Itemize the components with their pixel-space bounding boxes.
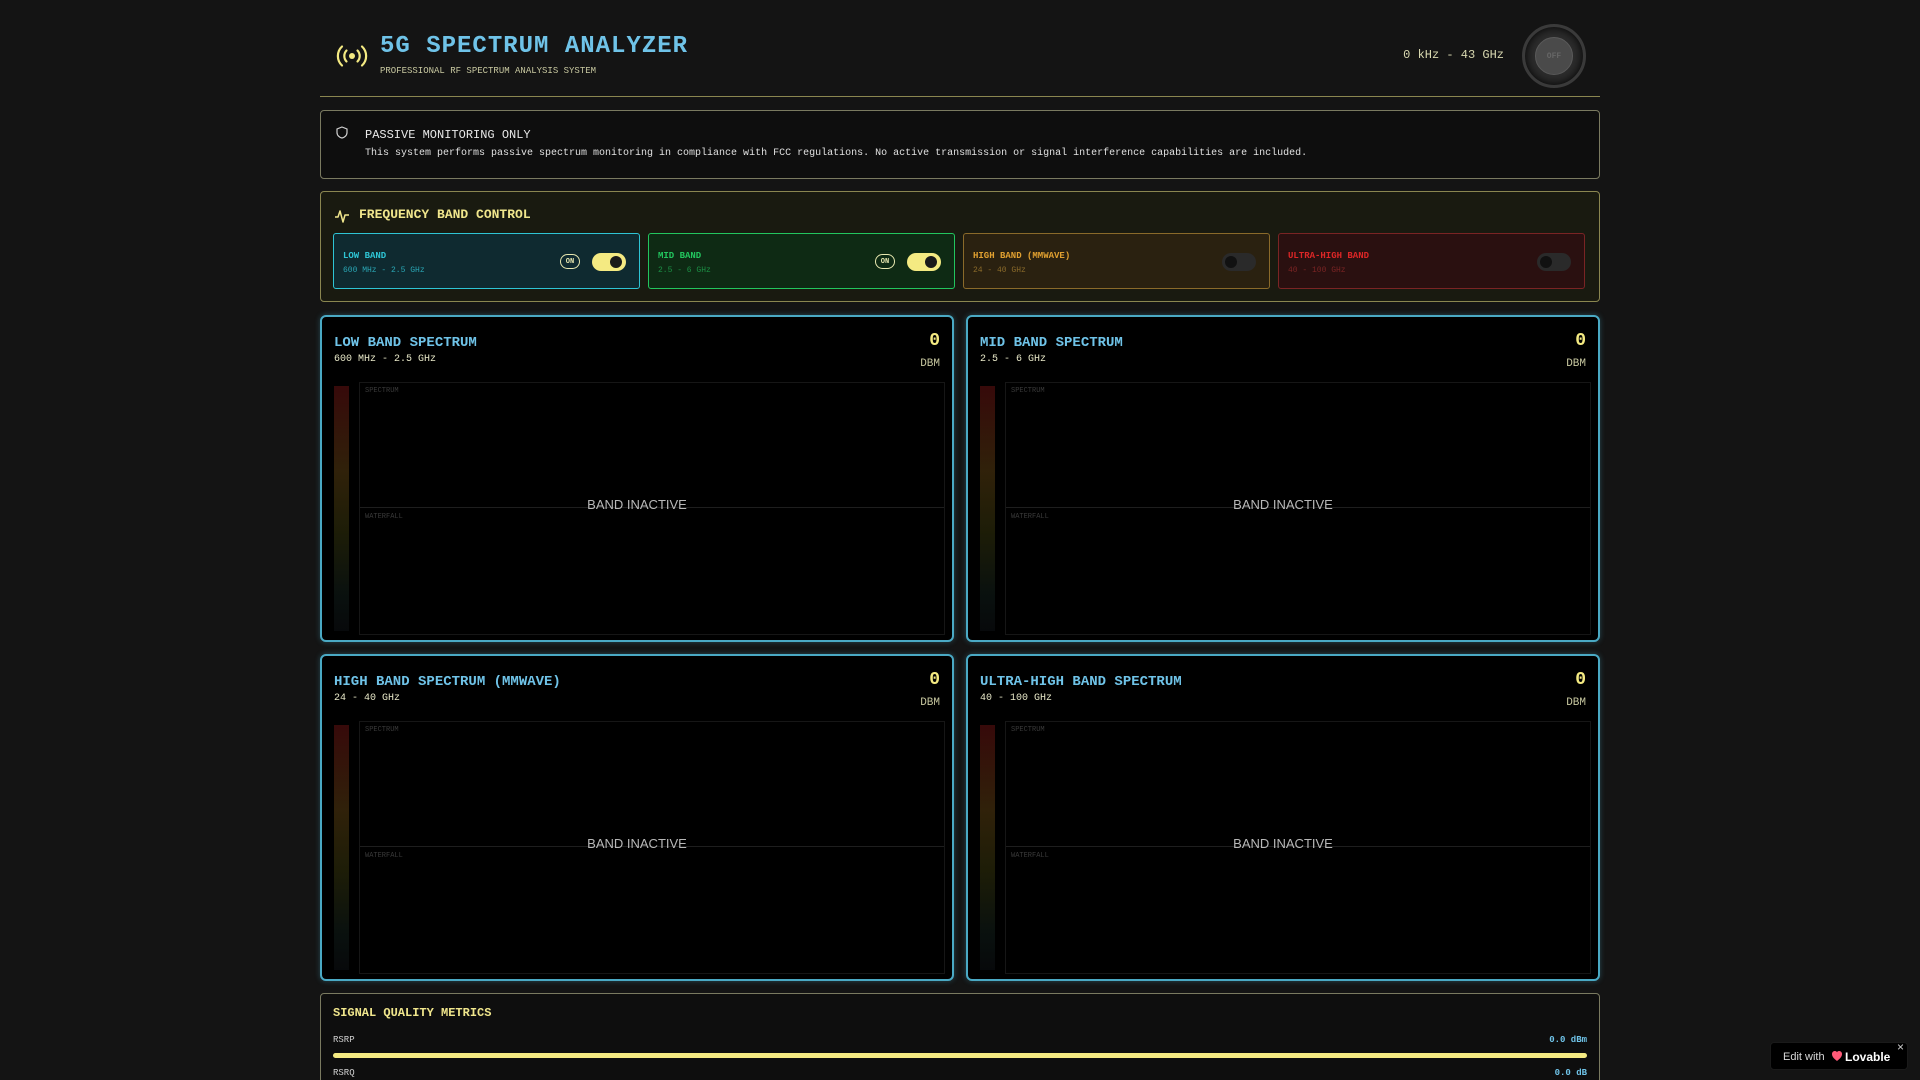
band-on-badge: ON (875, 254, 895, 269)
metric-label-rsrq: RSRQ (333, 1068, 355, 1078)
band-range: 40 - 100 GHz (1288, 266, 1346, 275)
band-name: HIGH BAND (MMWAVE) (973, 251, 1071, 261)
toggle-thumb (610, 256, 622, 268)
signal-level-unit: DBM (920, 358, 940, 370)
notice-title: PASSIVE MONITORING ONLY (365, 128, 531, 142)
band-card-low[interactable]: LOW BAND 600 MHz - 2.5 GHz ON (333, 233, 640, 289)
lovable-heart-icon (1832, 1051, 1842, 1061)
compliance-notice: PASSIVE MONITORING ONLY This system perf… (320, 110, 1600, 179)
waterfall-label: WATERFALL (365, 513, 403, 521)
band-card-mid[interactable]: MID BAND 2.5 - 6 GHz ON (648, 233, 955, 289)
app-subtitle: PROFESSIONAL RF SPECTRUM ANALYSIS SYSTEM (380, 66, 597, 76)
power-knob[interactable]: OFF (1522, 24, 1586, 88)
close-badge-button[interactable]: × (1897, 1040, 1904, 1054)
spectrum-label: SPECTRUM (1011, 726, 1045, 734)
spectrum-label: SPECTRUM (365, 387, 399, 395)
band-range: 2.5 - 6 GHz (658, 266, 711, 275)
signal-level-value: 0 (929, 331, 940, 351)
frequency-band-control: FREQUENCY BAND CONTROL LOW BAND 600 MHz … (320, 191, 1600, 302)
band-name: MID BAND (658, 251, 702, 261)
radio-broadcast-icon (336, 45, 368, 67)
notice-text: This system performs passive spectrum mo… (365, 148, 1308, 159)
band-status: BAND INACTIVE (1233, 497, 1333, 512)
metric-bar-rsrp (333, 1053, 1587, 1058)
spectrum-panel-low: LOW BAND SPECTRUM 600 MHz - 2.5 GHz 0 DB… (320, 315, 954, 642)
power-knob-label: OFF (1535, 37, 1573, 75)
band-toggle-high[interactable] (1222, 253, 1256, 271)
toggle-thumb (1540, 256, 1552, 268)
panel-title: LOW BAND SPECTRUM (334, 335, 477, 351)
panel-range: 24 - 40 GHz (334, 693, 401, 704)
waterfall-label: WATERFALL (1011, 852, 1049, 860)
panel-title: MID BAND SPECTRUM (980, 335, 1123, 351)
band-status: BAND INACTIVE (1233, 836, 1333, 851)
band-status: BAND INACTIVE (587, 497, 687, 512)
spectrum-label: SPECTRUM (1011, 387, 1045, 395)
app-container: 5G SPECTRUM ANALYZER PROFESSIONAL RF SPE… (320, 0, 1600, 1080)
frequency-range-readout: 0 kHz - 43 GHz (1403, 48, 1504, 62)
spectrum-panel-mid: MID BAND SPECTRUM 2.5 - 6 GHz 0 DBM SPEC… (966, 315, 1600, 642)
band-card-high[interactable]: HIGH BAND (MMWAVE) 24 - 40 GHz (963, 233, 1270, 289)
band-control-title: FREQUENCY BAND CONTROL (359, 207, 531, 222)
band-range: 600 MHz - 2.5 GHz (343, 266, 425, 275)
band-name: ULTRA-HIGH BAND (1288, 251, 1370, 261)
metric-value-rsrp: 0.0 dBm (1549, 1035, 1587, 1045)
shield-icon (336, 126, 348, 139)
panel-title: ULTRA-HIGH BAND SPECTRUM (980, 674, 1182, 690)
app-title: 5G SPECTRUM ANALYZER (380, 33, 689, 60)
signal-level-unit: DBM (1566, 697, 1586, 709)
metric-value-rsrq: 0.0 dB (1554, 1068, 1587, 1078)
spectrum-panel-ultra-high: ULTRA-HIGH BAND SPECTRUM 40 - 100 GHz 0 … (966, 654, 1600, 981)
edit-with-label: Edit with (1783, 1051, 1825, 1063)
panel-range: 600 MHz - 2.5 GHz (334, 354, 437, 365)
band-range: 24 - 40 GHz (973, 266, 1026, 275)
band-name: LOW BAND (343, 251, 387, 261)
waterfall-label: WATERFALL (1011, 513, 1049, 521)
header: 5G SPECTRUM ANALYZER PROFESSIONAL RF SPE… (320, 0, 1600, 97)
signal-level-unit: DBM (1566, 358, 1586, 370)
band-status: BAND INACTIVE (587, 836, 687, 851)
signal-level-value: 0 (1575, 331, 1586, 351)
band-on-badge: ON (560, 254, 580, 269)
panel-range: 40 - 100 GHz (980, 693, 1053, 704)
metrics-title: SIGNAL QUALITY METRICS (333, 1006, 492, 1020)
toggle-thumb (925, 256, 937, 268)
signal-quality-metrics: SIGNAL QUALITY METRICS RSRP 0.0 dBm RSRQ… (320, 993, 1600, 1080)
spectrum-panel-high: HIGH BAND SPECTRUM (MMWAVE) 24 - 40 GHz … (320, 654, 954, 981)
panel-range: 2.5 - 6 GHz (980, 354, 1047, 365)
lovable-brand: Lovable (1845, 1050, 1891, 1064)
waterfall-label: WATERFALL (365, 852, 403, 860)
spectrum-label: SPECTRUM (365, 726, 399, 734)
toggle-thumb (1225, 256, 1237, 268)
band-card-ultra-high[interactable]: ULTRA-HIGH BAND 40 - 100 GHz (1278, 233, 1585, 289)
metric-label-rsrp: RSRP (333, 1035, 355, 1045)
band-toggle-ultra-high[interactable] (1537, 253, 1571, 271)
band-toggle-mid[interactable] (907, 253, 941, 271)
activity-pulse-icon (335, 210, 349, 223)
signal-level-value: 0 (929, 670, 940, 690)
panel-title: HIGH BAND SPECTRUM (MMWAVE) (334, 674, 561, 690)
signal-level-unit: DBM (920, 697, 940, 709)
edit-with-lovable-badge[interactable]: Edit with Lovable × (1770, 1040, 1908, 1070)
band-toggle-low[interactable] (592, 253, 626, 271)
signal-level-value: 0 (1575, 670, 1586, 690)
